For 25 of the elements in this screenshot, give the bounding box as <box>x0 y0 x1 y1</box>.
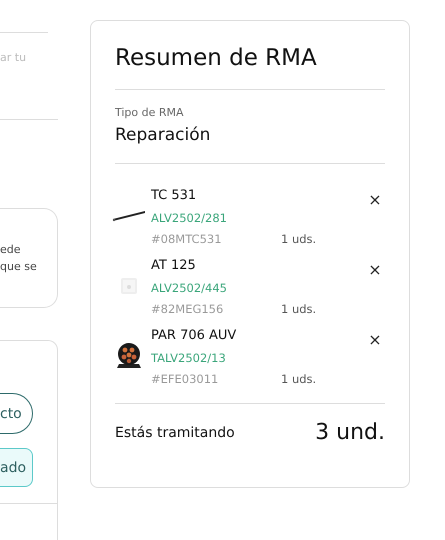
quantity: 1 uds. <box>281 231 318 248</box>
product-name: TC 531 <box>151 187 198 205</box>
remove-button[interactable]: × <box>365 190 385 209</box>
order-number: ALV2502/281 <box>151 210 228 227</box>
product-code: #EFE03011 <box>151 371 220 388</box>
product-name: AT 125 <box>151 257 197 275</box>
notice-text: ede <box>0 242 22 258</box>
option-button[interactable]: ado <box>0 448 33 487</box>
type-value: Reparación <box>115 125 212 145</box>
total-label: Estás tramitando <box>115 424 235 440</box>
quantity: 1 uds. <box>281 371 318 388</box>
field-hint: ar tu <box>0 51 26 64</box>
order-number: TALV2502/13 <box>151 350 227 367</box>
card-title: Resumen de RMA <box>115 45 318 71</box>
product-code: #82MEG156 <box>151 301 224 318</box>
order-number: ALV2502/445 <box>151 280 228 297</box>
quantity: 1 uds. <box>281 301 318 318</box>
type-label: Tipo de RMA <box>115 106 185 119</box>
option-button[interactable]: cto <box>0 393 33 434</box>
product-code: #08MTC531 <box>151 231 223 248</box>
product-name: PAR 706 AUV <box>151 327 238 345</box>
remove-button[interactable]: × <box>365 260 385 279</box>
total-value: 3 und. <box>315 420 385 445</box>
notice-text: que se <box>0 259 38 275</box>
remove-button[interactable]: × <box>365 330 385 349</box>
